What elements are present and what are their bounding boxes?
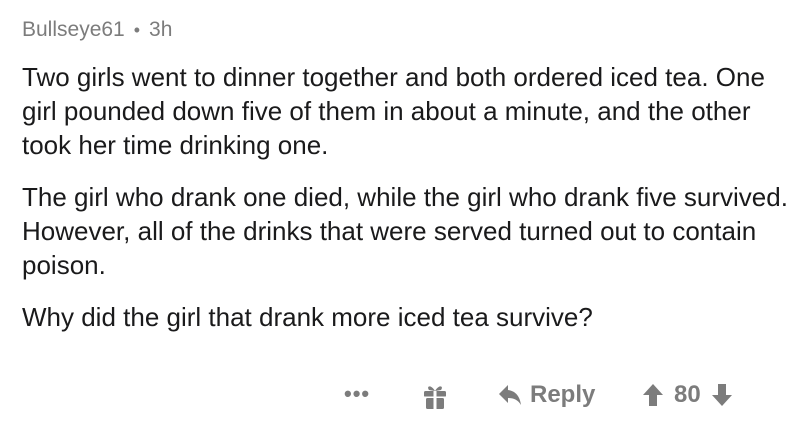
- more-options-button[interactable]: •••: [344, 381, 370, 407]
- downvote-arrow-icon[interactable]: [711, 382, 733, 408]
- vote-score: 80: [674, 381, 701, 408]
- gift-icon: [424, 386, 446, 409]
- vote-controls: 80: [642, 381, 733, 409]
- comment-paragraph: The girl who drank one died, while the g…: [22, 182, 788, 280]
- comment-body: Two girls went to dinner together and bo…: [22, 60, 792, 352]
- comment-actions: ••• Reply 80: [22, 377, 792, 421]
- upvote-arrow-icon[interactable]: [642, 382, 664, 408]
- award-button[interactable]: [420, 382, 450, 412]
- comment-paragraph: Why did the girl that drank more iced te…: [22, 302, 593, 332]
- meta-separator: •: [133, 19, 141, 40]
- comment-meta: Bullseye61 • 3h: [22, 15, 172, 45]
- comment: Bullseye61 • 3h Two girls went to dinner…: [22, 0, 792, 438]
- reply-button[interactable]: Reply: [496, 381, 595, 409]
- comment-age: 3h: [149, 18, 173, 41]
- comment-paragraph: Two girls went to dinner together and bo…: [22, 62, 765, 160]
- reply-label: Reply: [530, 381, 596, 408]
- author-username[interactable]: Bullseye61: [22, 18, 125, 42]
- reply-arrow-icon: [499, 385, 521, 405]
